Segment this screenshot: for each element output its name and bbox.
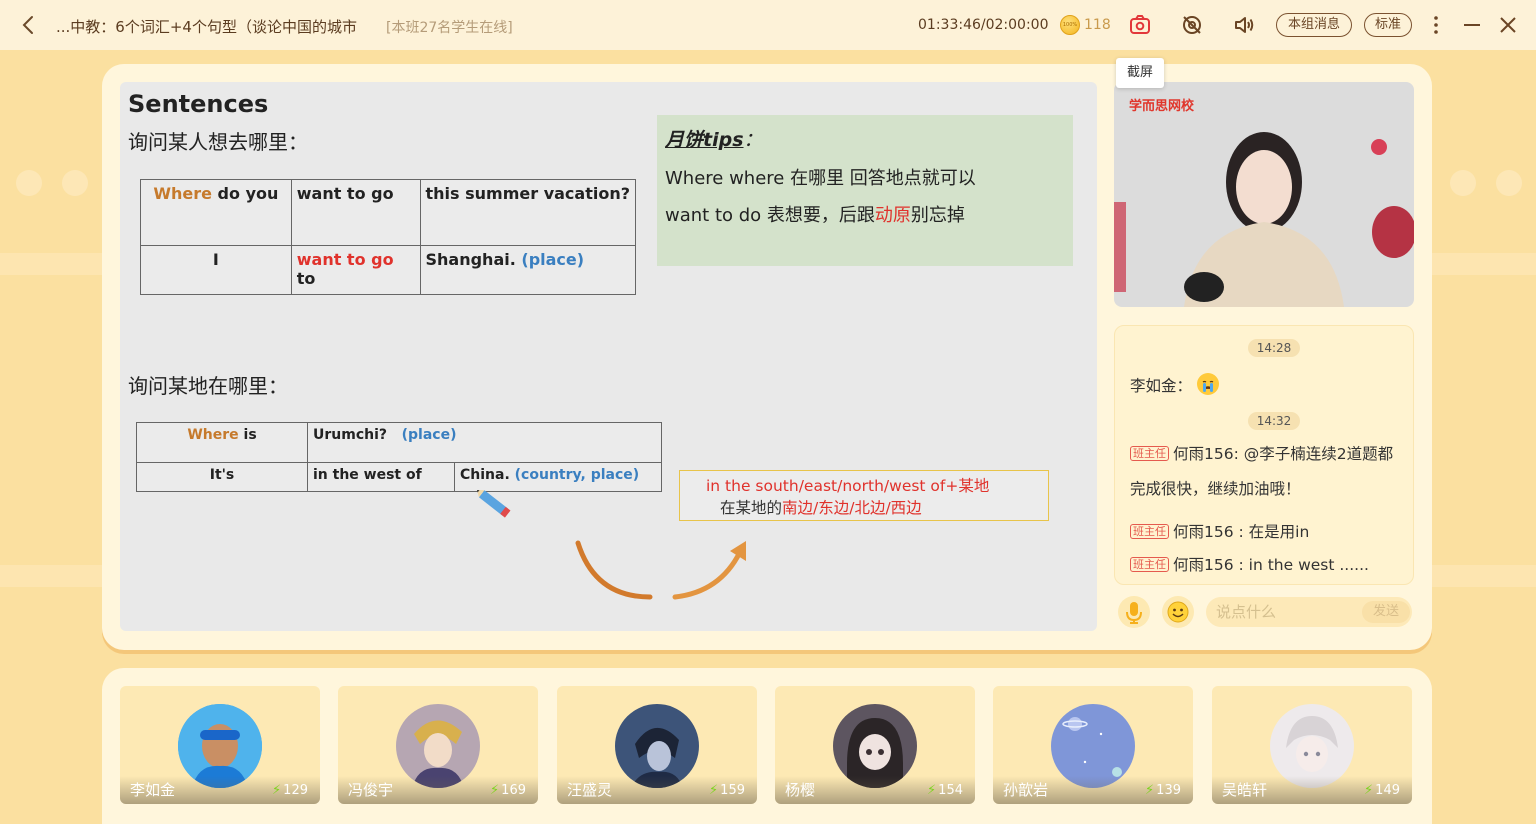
chat-message-continued: 完成很快，继续加油哦！ [1130,480,1301,498]
section-heading: 询问某人想去哪里： [128,130,308,154]
lightning-icon: ⚡ [490,783,500,798]
chat-message: 李如金： [1130,373,1219,396]
student-points: ⚡ 159 [709,783,745,798]
background-dot [16,170,42,196]
table-cell: It's [136,462,308,492]
microphone-button[interactable] [1118,596,1150,628]
student-points: ⚡ 129 [272,783,308,798]
smiley-icon [1167,601,1189,623]
student-points: ⚡ 149 [1364,783,1400,798]
student-name: 孙歆岩 [1003,781,1049,799]
table-cell: Where do you [140,179,292,246]
student-name: 冯俊宇 [348,781,394,799]
coin-count: 118 [1084,17,1111,33]
lesson-title: ...中教：6个词汇+4个句型（谈论中国的城市 [56,18,357,36]
eye-off-icon[interactable] [1180,13,1204,37]
tips-heading: 月饼tips： [665,129,763,151]
student-points: ⚡ 139 [1145,783,1181,798]
sentence-table: Where do you want to go this summer vaca… [140,179,636,295]
chat-time: 14:28 [1248,339,1300,357]
student-name: 汪盛灵 [567,781,613,799]
student-card[interactable]: 孙歆岩 ⚡ 139 [993,686,1193,804]
tips-line: Where where 在哪里 回答地点就可以 [665,168,976,189]
chat-time: 14:32 [1248,412,1300,430]
background-dot [1496,170,1522,196]
teacher-video: 学而思网校 [1114,82,1414,307]
student-name: 杨樱 [785,781,816,799]
chat-message: 班主任 何雨156 : 在是用in [1130,520,1309,542]
emoji-button[interactable] [1162,596,1194,628]
chevron-left-icon[interactable] [18,12,40,38]
slide-title: Sentences [128,90,269,118]
student-card[interactable]: 吴皓轩 ⚡ 149 [1212,686,1412,804]
sentence-table: Where is Urumchi? (place) It's in the we… [136,422,662,492]
curved-arrow-icon [570,537,760,611]
pencil-icon [472,484,516,528]
quality-button[interactable]: 标准 [1364,13,1412,37]
tips-box: 月饼tips： Where where 在哪里 回答地点就可以 want to … [657,115,1073,266]
lightning-icon: ⚡ [1145,783,1155,798]
student-card[interactable]: 汪盛灵 ⚡ 159 [557,686,757,804]
table-cell: Urumchi? (place) [307,422,662,463]
tips-line: want to do 表想要，后跟动原别忘掉 [665,205,965,226]
section-heading: 询问某地在哪里： [128,374,288,398]
lightning-icon: ⚡ [272,783,282,798]
chat-message: 班主任 何雨156: @李子楠连续2道题都 [1130,442,1393,464]
chat-message: 班主任 何雨156 : in the west ...... [1130,553,1369,575]
online-status: [本班27名学生在线] [386,20,513,36]
table-cell: in the west of [307,462,455,492]
student-name: 吴皓轩 [1222,781,1268,799]
camera-icon[interactable] [1128,13,1152,37]
send-button[interactable]: 发送 [1362,601,1410,623]
role-badge: 班主任 [1130,557,1169,572]
role-badge: 班主任 [1130,524,1169,539]
background-dot [1450,170,1476,196]
crying-face-icon [1196,373,1219,395]
class-timer: 01:33:46/02:00:00 [918,17,1049,33]
coin-icon: 100% [1060,15,1080,35]
table-cell: this summer vacation? [419,179,636,246]
close-icon[interactable] [1496,13,1520,37]
lightning-icon: ⚡ [709,783,719,798]
direction-note-line: in the south/east/north/west of+某地 [706,477,990,495]
student-card[interactable]: 杨樱 ⚡ 154 [775,686,975,804]
student-points: ⚡ 154 [927,783,963,798]
table-cell: want to go to [290,245,421,295]
brand-logo: 学而思网校 [1129,99,1195,114]
student-card[interactable]: 李如金 ⚡ 129 [120,686,320,804]
microphone-icon [1126,602,1142,624]
student-name: 李如金 [130,781,176,799]
direction-note-box: in the south/east/north/west of+某地 在某地的南… [679,470,1049,521]
table-cell: want to go [290,179,421,246]
more-vertical-icon[interactable] [1424,13,1448,37]
group-message-button[interactable]: 本组消息 [1276,13,1352,37]
lightning-icon: ⚡ [927,783,937,798]
table-cell: Where is [136,422,308,463]
screenshot-tooltip: 截屏 [1116,58,1164,88]
minimize-icon[interactable] [1460,13,1484,37]
lightning-icon: ⚡ [1364,783,1374,798]
student-points: ⚡ 169 [490,783,526,798]
student-card[interactable]: 冯俊宇 ⚡ 169 [338,686,538,804]
table-cell: Shanghai. (place) [419,245,636,295]
direction-note-line: 在某地的南边/东边/北边/西边 [720,499,922,517]
table-cell: I [140,245,292,295]
background-dot [62,170,88,196]
speaker-icon[interactable] [1232,13,1256,37]
courseware-slide: Sentences 询问某人想去哪里： Where do you want to… [120,82,1097,631]
chat-panel: 14:28 李如金： 14:32 班主任 何雨156: @李子楠连续2道题都 完成… [1114,325,1414,585]
top-bar: ...中教：6个词汇+4个句型（谈论中国的城市 [本班27名学生在线] 01:3… [0,0,1536,50]
role-badge: 班主任 [1130,446,1169,461]
